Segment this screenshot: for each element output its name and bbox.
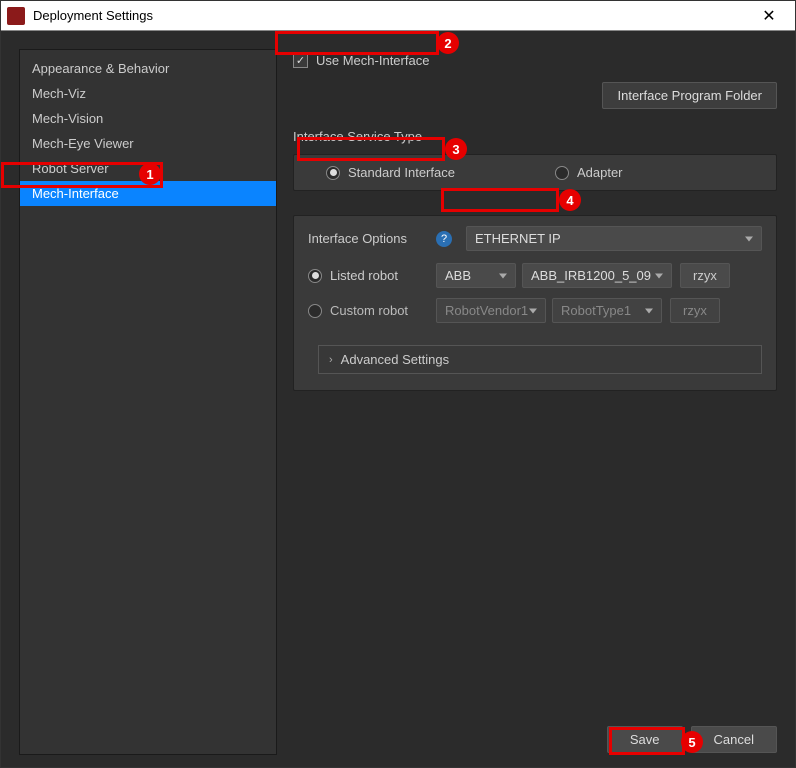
- custom-robot-vendor-select: RobotVendor1: [436, 298, 546, 323]
- sidebar-item-mech-interface[interactable]: Mech-Interface: [20, 181, 276, 206]
- listed-robot-radio[interactable]: [308, 269, 322, 283]
- adapter-radio[interactable]: [555, 166, 569, 180]
- interface-options-select[interactable]: ETHERNET IP: [466, 226, 762, 251]
- interface-options-panel: Interface Options ? ETHERNET IP Listed r…: [293, 215, 777, 391]
- content-area: Appearance & BehaviorMech-VizMech-Vision…: [1, 31, 795, 767]
- custom-robot-type-select: RobotType1: [552, 298, 662, 323]
- use-mech-interface-label: Use Mech-Interface: [316, 53, 429, 68]
- app-icon: [7, 7, 25, 25]
- sidebar-item-mech-eye-viewer[interactable]: Mech-Eye Viewer: [20, 131, 276, 156]
- cancel-button[interactable]: Cancel: [691, 726, 777, 753]
- titlebar: Deployment Settings ✕: [1, 1, 795, 31]
- close-button[interactable]: ✕: [749, 6, 789, 26]
- listed-robot-label[interactable]: Listed robot: [330, 268, 422, 283]
- listed-robot-euler-button[interactable]: rzyx: [680, 263, 730, 288]
- adapter-label[interactable]: Adapter: [577, 165, 623, 180]
- sidebar-item-mech-vision[interactable]: Mech-Vision: [20, 106, 276, 131]
- listed-robot-model-select[interactable]: ABB_IRB1200_5_09: [522, 263, 672, 288]
- listed-robot-vendor-select[interactable]: ABB: [436, 263, 516, 288]
- help-icon[interactable]: ?: [436, 231, 452, 247]
- sidebar: Appearance & BehaviorMech-VizMech-Vision…: [19, 49, 277, 755]
- service-type-label: Interface Service Type: [293, 129, 777, 144]
- use-mech-interface-checkbox[interactable]: ✓: [293, 53, 308, 68]
- standard-interface-label[interactable]: Standard Interface: [348, 165, 455, 180]
- advanced-settings-expander[interactable]: › Advanced Settings: [318, 345, 762, 374]
- interface-options-label: Interface Options: [308, 231, 428, 246]
- use-mech-interface-row: ✓ Use Mech-Interface: [293, 49, 777, 72]
- custom-robot-radio[interactable]: [308, 304, 322, 318]
- interface-program-folder-button[interactable]: Interface Program Folder: [602, 82, 777, 109]
- sidebar-item-appearance-behavior[interactable]: Appearance & Behavior: [20, 56, 276, 81]
- deployment-settings-window: Deployment Settings ✕ Appearance & Behav…: [0, 0, 796, 768]
- save-button[interactable]: Save: [607, 726, 683, 753]
- service-type-panel: Standard Interface Adapter: [293, 154, 777, 191]
- dialog-footer: Save Cancel: [607, 726, 777, 753]
- sidebar-item-mech-viz[interactable]: Mech-Viz: [20, 81, 276, 106]
- main-panel: ✓ Use Mech-Interface Interface Program F…: [293, 49, 777, 755]
- sidebar-item-robot-server[interactable]: Robot Server: [20, 156, 276, 181]
- advanced-settings-label: Advanced Settings: [341, 352, 449, 367]
- standard-interface-radio[interactable]: [326, 166, 340, 180]
- custom-robot-euler-button: rzyx: [670, 298, 720, 323]
- custom-robot-label[interactable]: Custom robot: [330, 303, 422, 318]
- chevron-right-icon: ›: [329, 354, 333, 366]
- window-title: Deployment Settings: [33, 8, 749, 23]
